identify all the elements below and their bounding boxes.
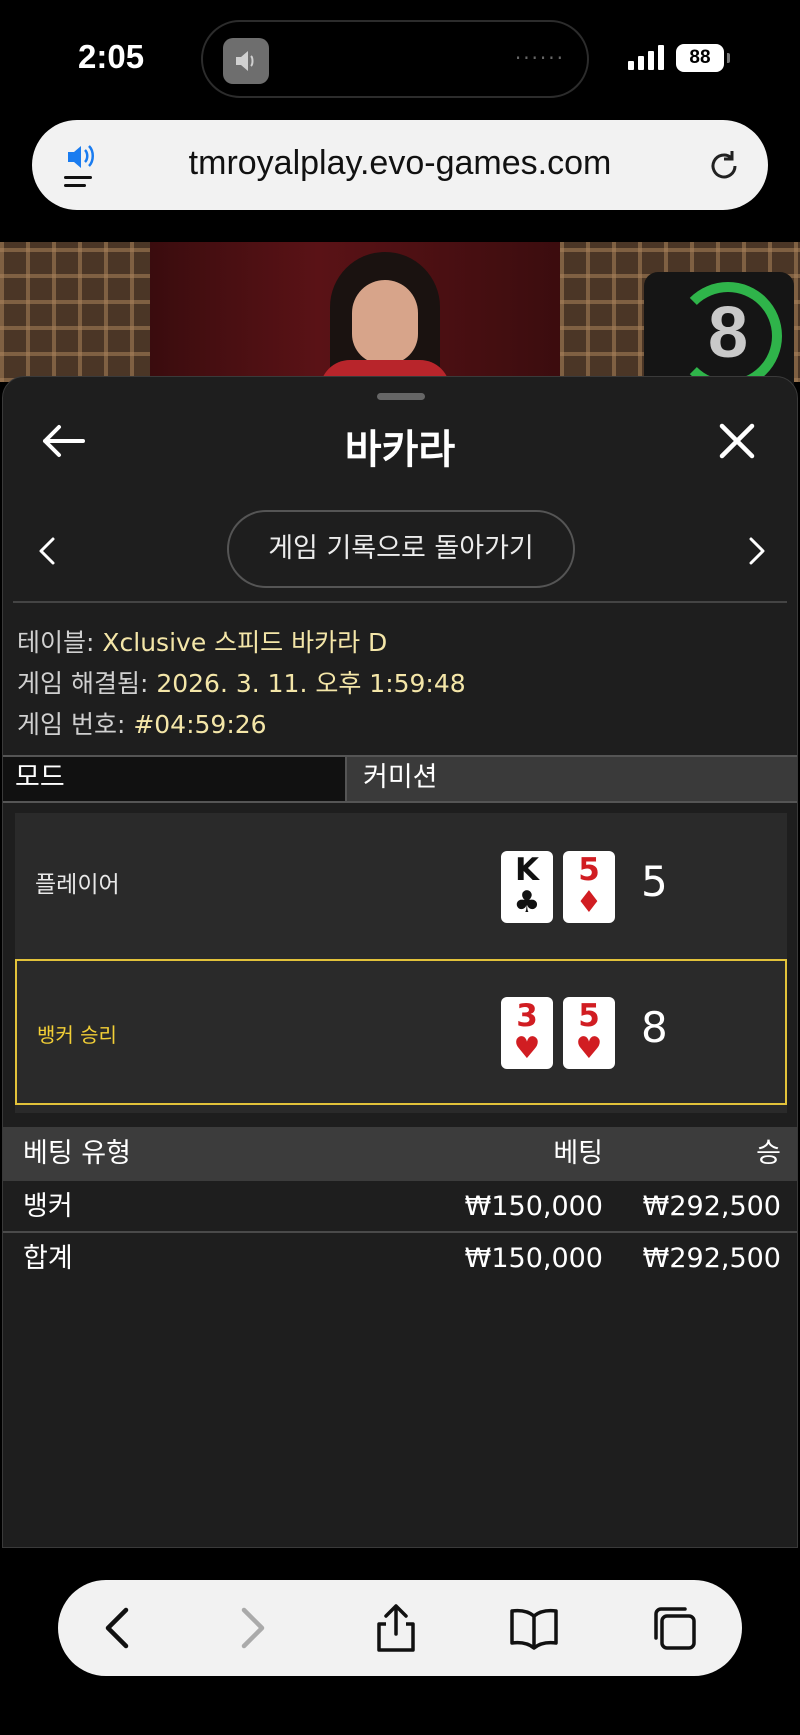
mode-label: 모드	[3, 757, 347, 801]
tabs-icon[interactable]	[648, 1602, 700, 1654]
forward-icon	[241, 1607, 265, 1649]
battery-indicator: 88	[676, 44, 730, 72]
bets-table-header: 베팅 유형 베팅 승	[3, 1127, 797, 1181]
table-info: 테이블: Xclusive 스피드 바카라 D	[17, 623, 387, 659]
card-rank: 5	[578, 998, 600, 1034]
mode-row: 모드 커미션	[3, 755, 797, 803]
dots-icon: ······	[514, 46, 565, 70]
table-row: 합계 ₩150,000 ₩292,500	[3, 1237, 797, 1281]
status-bar: 2:05 ······ 88	[0, 0, 800, 118]
close-icon[interactable]	[717, 421, 757, 461]
resolved-value: 2026. 3. 11. 오후 1:59:48	[156, 669, 466, 698]
card-rank: 3	[516, 998, 538, 1034]
game-number-value: #04:59:26	[133, 710, 267, 739]
bookmarks-icon[interactable]	[508, 1602, 560, 1654]
share-icon[interactable]	[370, 1602, 422, 1654]
dynamic-island: ······	[201, 20, 589, 98]
next-game-icon[interactable]	[747, 535, 767, 567]
reload-icon[interactable]	[706, 148, 742, 184]
table-label: 테이블:	[17, 628, 95, 657]
card-suit: ♥	[513, 1031, 541, 1066]
game-result: 플레이어 K ♣ 5 ♦ 5 뱅커 승리 3 ♥ 5 ♥ 8	[15, 813, 787, 1113]
row-bet-type: 뱅커	[23, 1191, 73, 1222]
banker-card-1: 3 ♥	[501, 997, 553, 1069]
timer-value: 8	[707, 293, 749, 373]
game-number-label: 게임 번호:	[17, 710, 126, 739]
card-suit: ♦	[575, 885, 603, 920]
drag-handle[interactable]	[377, 393, 425, 400]
lattice-decor-left	[0, 242, 160, 382]
address-bar[interactable]: tmroyalplay.evo-games.com	[32, 120, 768, 210]
status-time: 2:05	[78, 38, 145, 75]
divider	[13, 601, 787, 603]
row-bet: ₩150,000	[464, 1243, 603, 1274]
resolved-label: 게임 해결됨:	[17, 669, 149, 698]
card-rank: K	[514, 852, 540, 888]
card-suit: ♣	[513, 885, 541, 920]
player-card-1: K ♣	[501, 851, 553, 923]
header-win: 승	[756, 1138, 781, 1169]
player-score: 5	[641, 857, 668, 906]
browser-toolbar	[58, 1580, 742, 1676]
game-number-info: 게임 번호: #04:59:26	[17, 705, 267, 741]
player-card-2: 5 ♦	[563, 851, 615, 923]
header-bet: 베팅	[553, 1138, 603, 1169]
banker-hand: 뱅커 승리 3 ♥ 5 ♥ 8	[15, 959, 787, 1105]
row-win: ₩292,500	[642, 1191, 781, 1222]
game-history-panel: 바카라 게임 기록으로 돌아가기 테이블: Xclusive 스피드 바카라 D…	[2, 376, 798, 1548]
header-bet-type: 베팅 유형	[23, 1138, 131, 1169]
cellular-signal-icon	[628, 44, 664, 70]
row-bet-type: 합계	[23, 1243, 73, 1274]
card-rank: 5	[578, 852, 600, 888]
panel-title: 바카라	[344, 427, 456, 473]
card-suit: ♥	[575, 1031, 603, 1066]
dealer-face	[352, 280, 418, 364]
banker-hand-label: 뱅커 승리	[37, 1023, 117, 1047]
previous-game-icon[interactable]	[37, 535, 57, 567]
player-hand-label: 플레이어	[35, 872, 120, 898]
row-divider	[3, 1231, 797, 1233]
speaker-icon	[223, 38, 269, 84]
banker-score: 8	[641, 1003, 668, 1052]
player-hand: 플레이어 K ♣ 5 ♦ 5	[15, 813, 787, 957]
banker-card-2: 5 ♥	[563, 997, 615, 1069]
table-value: Xclusive 스피드 바카라 D	[102, 628, 388, 657]
row-win: ₩292,500	[642, 1243, 781, 1274]
back-to-history-button[interactable]: 게임 기록으로 돌아가기	[227, 510, 575, 588]
mode-value: 커미션	[363, 762, 438, 793]
resolved-info: 게임 해결됨: 2026. 3. 11. 오후 1:59:48	[17, 664, 466, 700]
url-text[interactable]: tmroyalplay.evo-games.com	[32, 144, 768, 183]
table-row: 뱅커 ₩150,000 ₩292,500	[3, 1185, 797, 1229]
row-bet: ₩150,000	[464, 1191, 603, 1222]
back-icon[interactable]	[94, 1602, 146, 1654]
